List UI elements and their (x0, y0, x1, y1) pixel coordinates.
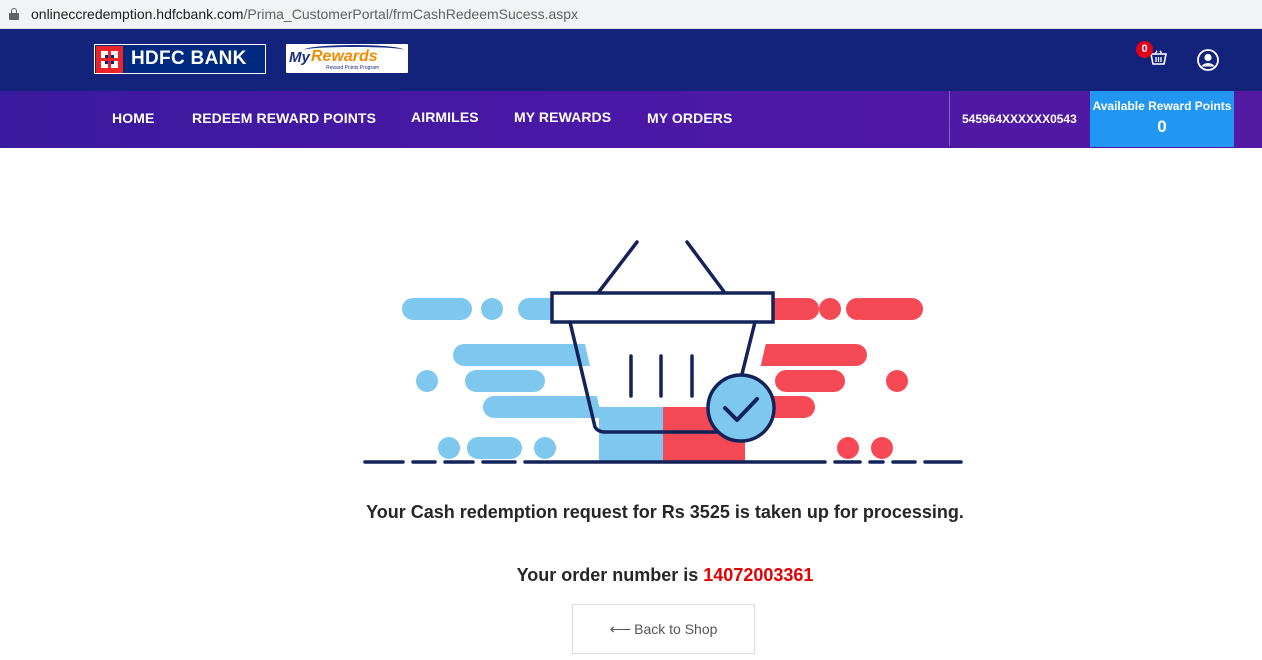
address-bar[interactable]: onlineccredemption.hdfcbank.com/Prima_Cu… (0, 0, 1262, 29)
user-icon[interactable] (1197, 49, 1219, 71)
available-points-box: Available Reward Points 0 (1090, 91, 1234, 147)
nav-airmiles[interactable]: AIRMILES (411, 109, 479, 125)
nav-my-rewards[interactable]: MY REWARDS (514, 109, 611, 125)
order-number-line: Your order number is 14072003361 (0, 565, 1262, 586)
url-host: onlineccredemption.hdfcbank.com (31, 6, 244, 22)
back-to-shop-label: Back to Shop (634, 621, 718, 637)
redemption-message: Your Cash redemption request for Rs 3525… (366, 502, 964, 522)
points-label: Available Reward Points (1092, 99, 1232, 113)
back-to-shop-button[interactable]: ⟵ Back to Shop (572, 604, 755, 654)
logo-rewards: Rewards (311, 48, 378, 65)
url-text[interactable]: onlineccredemption.hdfcbank.com/Prima_Cu… (31, 6, 578, 22)
logo-tagline: Reward Points Program (326, 65, 380, 71)
cart-count-badge: 0 (1136, 41, 1153, 58)
basket-success-illustration (363, 240, 963, 464)
nav-home[interactable]: HOME (112, 110, 154, 126)
hdfc-mark-icon (96, 45, 123, 73)
site-header: HDFC BANK My Rewards Reward Points Progr… (0, 29, 1262, 91)
card-number: 545964XXXXXX0543 (962, 112, 1077, 126)
lock-icon (9, 8, 19, 20)
cart-icon[interactable] (1150, 50, 1167, 66)
nav-redeem-reward-points[interactable]: REDEEM REWARD POINTS (192, 110, 376, 126)
order-label: Your order number is (516, 565, 704, 585)
points-value: 0 (1157, 117, 1167, 136)
nav-my-orders[interactable]: MY ORDERS (647, 110, 732, 126)
url-path: /Prima_CustomerPortal/frmCashRedeemSuces… (243, 6, 579, 22)
bank-name: HDFC BANK (131, 48, 247, 69)
order-number: 14072003361 (703, 565, 814, 585)
logo-my: My (289, 49, 310, 66)
myrewards-logo[interactable]: My Rewards Reward Points Program (286, 44, 408, 73)
arrow-left-icon: ⟵ (609, 621, 632, 638)
check-badge-icon (706, 373, 776, 443)
main-nav: HOME REDEEM REWARD POINTS AIRMILES MY RE… (0, 91, 1262, 148)
hdfc-bank-logo[interactable]: HDFC BANK (94, 44, 266, 74)
nav-divider (949, 91, 950, 146)
